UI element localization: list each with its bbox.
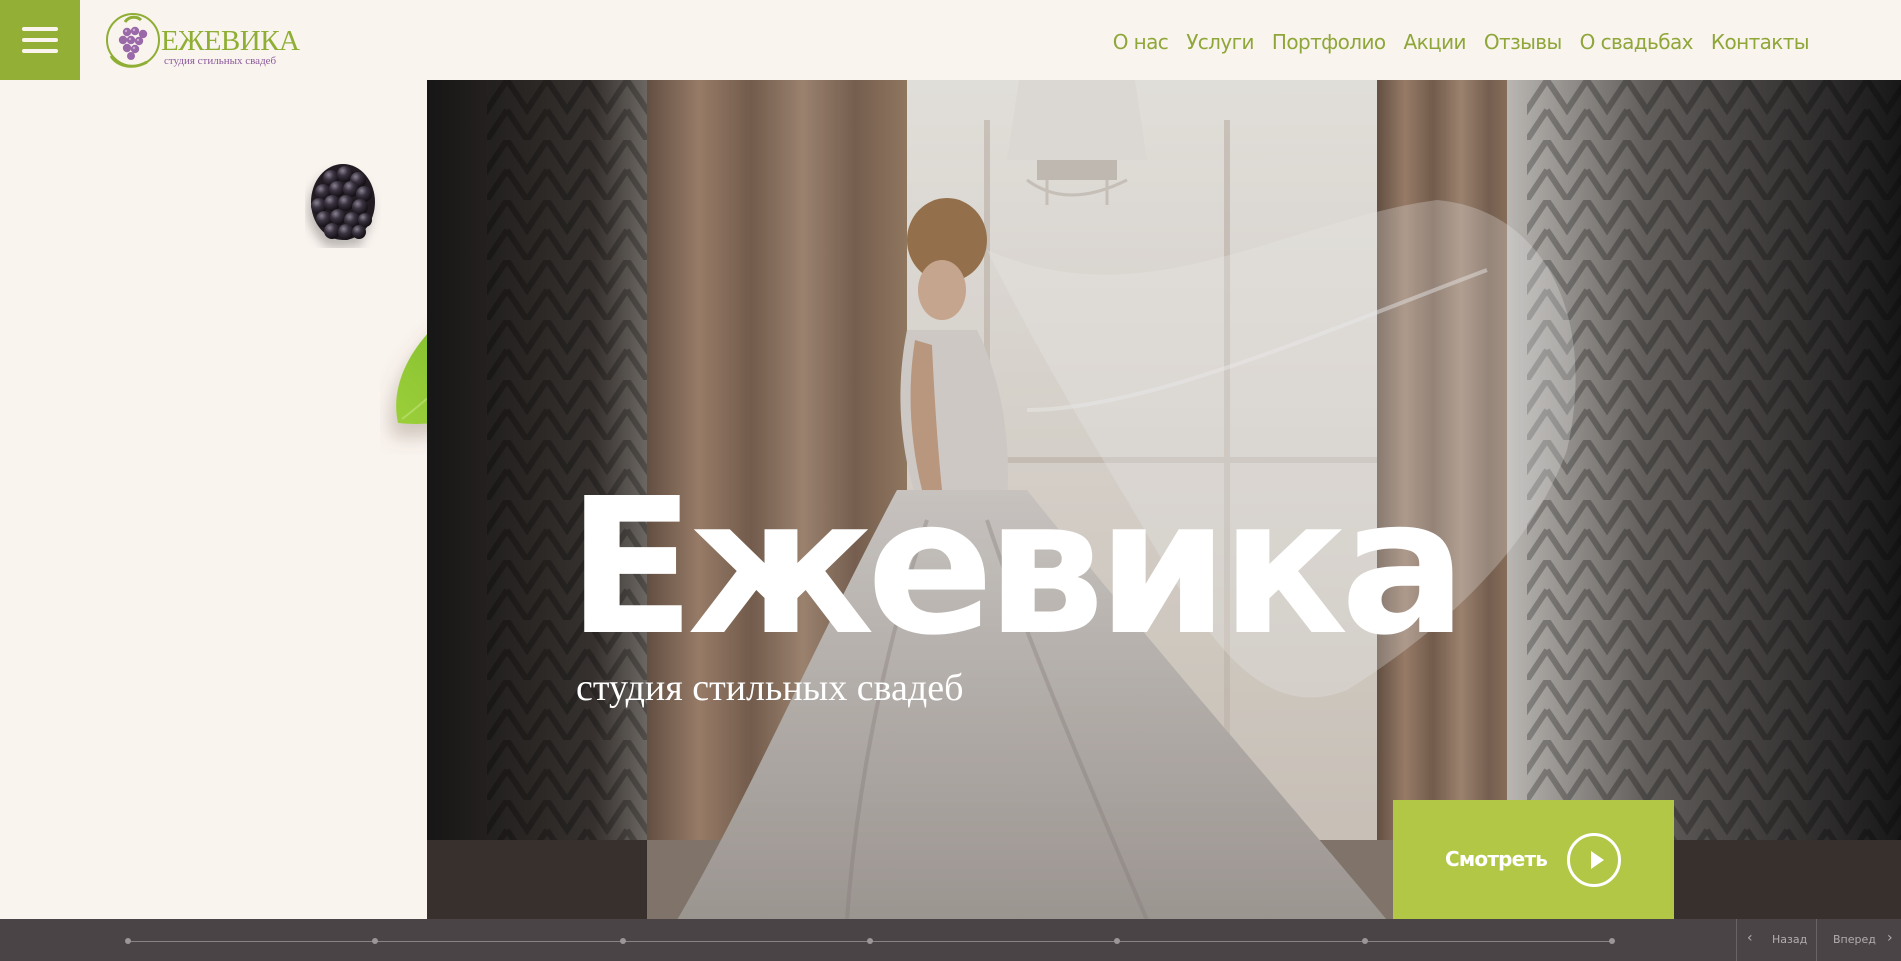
hero-subtitle: студия стильных свадеб: [576, 667, 964, 709]
slider-dot[interactable]: [867, 938, 873, 944]
nav-link-reviews[interactable]: Отзывы: [1475, 27, 1571, 57]
nav-link-portfolio[interactable]: Портфолио: [1263, 27, 1395, 57]
slider-dot[interactable]: [619, 938, 626, 944]
prev-slide-button[interactable]: ‹ Назад: [1736, 919, 1816, 961]
nav-link-contacts[interactable]: Контакты: [1702, 27, 1818, 57]
burger-line: [22, 27, 58, 31]
slider-dot[interactable]: [1609, 938, 1615, 944]
nav-link-about[interactable]: О нас: [1104, 27, 1177, 57]
slider-dot[interactable]: [1361, 938, 1368, 944]
slider-dot[interactable]: [372, 938, 379, 944]
site-logo[interactable]: ЕЖЕВИКА студия стильных свадеб: [103, 10, 300, 72]
main-nav: О нас Услуги Портфолио Акции Отзывы О св…: [1104, 27, 1818, 57]
burger-line: [22, 49, 58, 53]
nav-link-promotions[interactable]: Акции: [1395, 27, 1475, 57]
chevron-left-icon: ‹: [1747, 930, 1753, 946]
watch-button-label: Смотреть: [1445, 847, 1548, 871]
menu-burger-button[interactable]: [0, 0, 80, 80]
hero-title: Ежевика: [567, 458, 1467, 677]
slider-dot[interactable]: [1114, 938, 1121, 944]
watch-button[interactable]: Смотреть: [1393, 800, 1674, 920]
logo-tagline: студия стильных свадеб: [164, 55, 277, 67]
blackberry-logo-icon: [106, 13, 160, 68]
slider-dot[interactable]: [125, 938, 131, 944]
play-circle-icon: [1567, 833, 1621, 887]
nav-link-about-weddings[interactable]: О свадьбах: [1571, 27, 1702, 57]
slider-bar: ‹ Назад Вперед ›: [0, 919, 1901, 961]
next-slide-label: Вперед: [1833, 933, 1876, 946]
next-slide-button[interactable]: Вперед ›: [1816, 919, 1901, 961]
logo-name: ЕЖЕВИКА: [161, 25, 300, 57]
chevron-right-icon: ›: [1887, 930, 1893, 946]
blackberry-decoration: [311, 164, 375, 240]
nav-link-services[interactable]: Услуги: [1177, 27, 1263, 57]
burger-line: [22, 38, 58, 42]
prev-slide-label: Назад: [1772, 933, 1808, 946]
